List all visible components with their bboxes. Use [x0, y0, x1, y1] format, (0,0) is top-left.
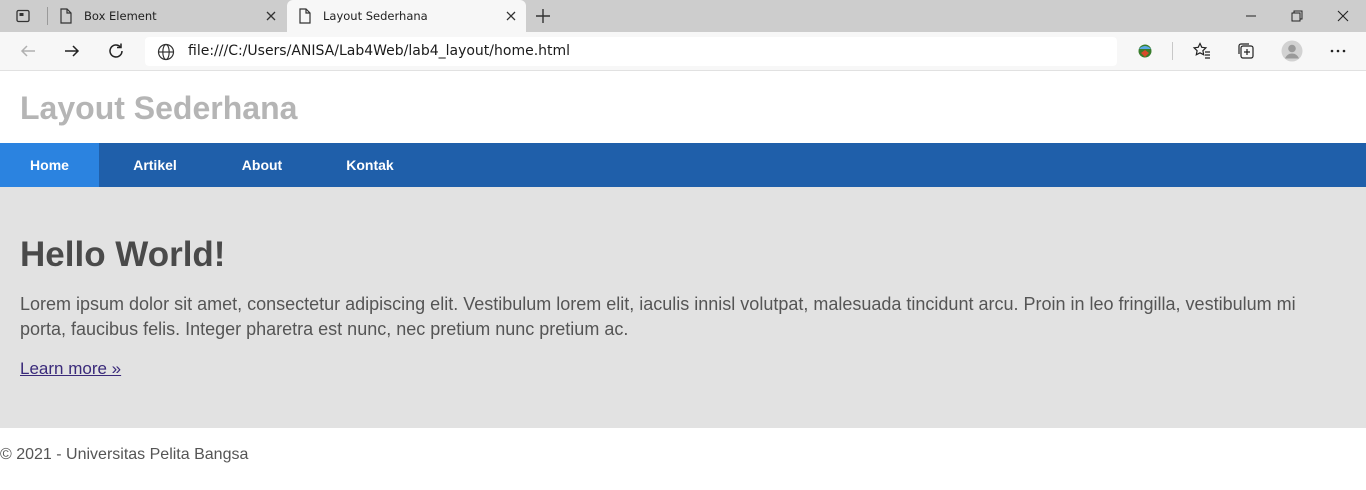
tab-title: Layout Sederhana: [323, 9, 428, 23]
profile-avatar-icon[interactable]: [1280, 39, 1304, 63]
nav-item-kontak[interactable]: Kontak: [313, 143, 427, 187]
close-icon[interactable]: [504, 9, 518, 23]
tab-box-element[interactable]: Box Element: [48, 0, 286, 32]
minimize-icon[interactable]: [1228, 0, 1274, 32]
toolbar-divider: [1172, 42, 1173, 60]
extension-icon[interactable]: [1133, 39, 1157, 63]
browser-tab-strip: Box Element Layout Sederhana: [0, 0, 1366, 32]
url-text[interactable]: file:///C:/Users/ANISA/Lab4Web/lab4_layo…: [188, 43, 570, 59]
plus-icon[interactable]: [534, 7, 552, 25]
nav-item-home[interactable]: Home: [0, 143, 99, 187]
main-navigation: Home Artikel About Kontak: [0, 143, 1366, 187]
hero-paragraph: Lorem ipsum dolor sit amet, consectetur …: [20, 294, 1296, 339]
address-bar[interactable]: file:///C:/Users/ANISA/Lab4Web/lab4_layo…: [145, 37, 1117, 66]
close-icon[interactable]: [264, 9, 278, 23]
tab-layout-sederhana[interactable]: Layout Sederhana: [287, 0, 526, 32]
refresh-icon[interactable]: [104, 39, 128, 63]
nav-item-artikel[interactable]: Artikel: [99, 143, 211, 187]
nav-item-about[interactable]: About: [211, 143, 313, 187]
site-title: Layout Sederhana: [20, 90, 298, 126]
favorites-icon[interactable]: [1190, 39, 1214, 63]
arrow-left-icon[interactable]: [16, 39, 40, 63]
restore-icon[interactable]: [1274, 0, 1320, 32]
hero-heading: Hello World!: [20, 235, 226, 274]
tab-actions-icon[interactable]: [10, 6, 36, 26]
tab-title: Box Element: [84, 9, 157, 23]
close-icon[interactable]: [1320, 0, 1366, 32]
site-footer: © 2021 - Universitas Pelita Bangsa: [0, 446, 249, 463]
globe-icon[interactable]: [157, 43, 175, 66]
page-icon: [59, 8, 73, 29]
learn-more-link[interactable]: Learn more »: [20, 359, 121, 379]
site-header: Layout Sederhana: [0, 71, 1366, 143]
arrow-right-icon[interactable]: [60, 39, 84, 63]
collections-icon[interactable]: [1234, 39, 1258, 63]
web-page: Layout Sederhana Home Artikel About Kont…: [0, 71, 1366, 490]
more-icon[interactable]: [1326, 39, 1350, 63]
browser-toolbar: file:///C:/Users/ANISA/Lab4Web/lab4_layo…: [0, 32, 1366, 71]
hero-section: Hello World! Lorem ipsum dolor sit amet,…: [0, 187, 1366, 428]
page-icon: [298, 8, 312, 29]
